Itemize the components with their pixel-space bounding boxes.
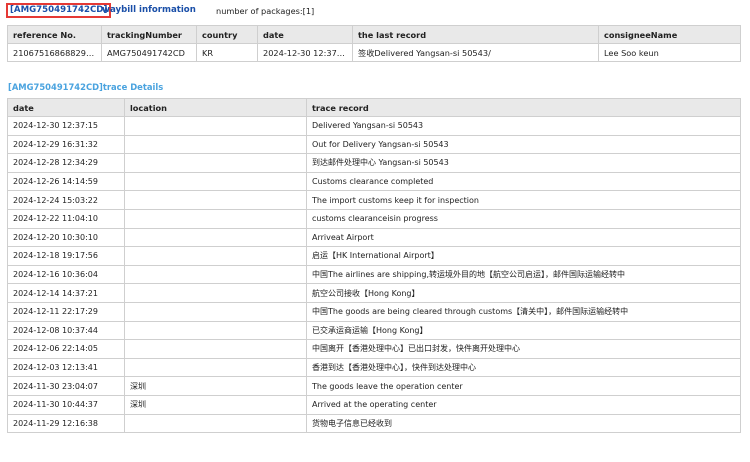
trace-record-cell: 已交承运商运输【Hong Kong】 [306,320,741,341]
column-header-consignee-name: consigneeName [598,25,741,44]
date-cell: 2024-12-30 12:37:... [257,43,353,62]
trace-location-cell [124,413,307,434]
trace-date-cell: 2024-12-06 22:14:05 [7,339,125,359]
trace-date-cell: 2024-12-18 19:17:56 [7,246,125,266]
table-row: 2024-12-26 14:14:59 Customs clearance com… [7,171,741,192]
trace-header-row: date location trace record [7,98,741,117]
table-row: 2024-12-22 11:04:10 customs clearanceisin… [7,208,741,229]
column-header-trace-record: trace record [306,98,741,117]
tracking-code-highlight: [AMG750491742CD] [6,3,112,18]
trace-location-cell [124,357,307,378]
trace-record-cell: Customs clearance completed [306,171,741,192]
trace-record-cell: customs clearanceisin progress [306,208,741,229]
trace-details-title: [AMG750491742CD]trace Details [8,82,164,92]
tracking-number-cell: AMG750491742CD [101,43,197,62]
trace-record-cell: 货物电子信息已经收到 [306,413,741,434]
country-cell: KR [196,43,258,62]
column-header-country: country [196,25,258,44]
trace-date-cell: 2024-12-28 12:34:29 [7,153,125,173]
trace-record-cell: 中国The goods are being cleared through cu… [306,301,741,322]
trace-date-cell: 2024-11-30 23:04:07 [7,376,125,396]
table-row: 2024-12-28 12:34:29 到达邮件处理中心 Yangsan-si 5… [7,153,741,173]
table-row: 2024-12-30 12:37:15 Delivered Yangsan-si … [7,116,741,136]
trace-location-cell [124,339,307,359]
trace-record-cell: Delivered Yangsan-si 50543 [306,116,741,136]
trace-date-cell: 2024-12-14 14:37:21 [7,283,125,303]
column-header-date: date [257,25,353,44]
table-row: 2024-12-14 14:37:21 航空公司接收【Hong Kong】 [7,283,741,303]
trace-date-cell: 2024-12-08 10:37:44 [7,320,125,341]
trace-date-cell: 2024-12-30 12:37:15 [7,116,125,136]
table-row: 2024-12-29 16:31:32 Out for Delivery Yang… [7,134,741,155]
trace-record-cell: The goods leave the operation center [306,376,741,396]
trace-location-cell [124,134,307,155]
column-header-reference-no: reference No. [7,25,102,44]
package-count: number of packages:[1] [216,6,315,16]
trace-date-cell: 2024-12-22 11:04:10 [7,208,125,229]
trace-location-cell [124,283,307,303]
table-row: 2024-12-08 10:37:44 已交承运商运输【Hong Kong】 [7,320,741,341]
waybill-row: 210675168688297... AMG750491742CD KR 202… [7,43,741,62]
trace-date-cell: 2024-11-30 10:44:37 [7,394,125,415]
trace-location-cell [124,301,307,322]
table-row: 2024-12-06 22:14:05 中国离开【香港处理中心】已出口封发，快件离… [7,339,741,359]
trace-date-cell: 2024-12-16 10:36:04 [7,264,125,285]
trace-location-cell [124,208,307,229]
table-row: 2024-11-30 23:04:07 深圳 The goods leave the… [7,376,741,396]
table-row: 2024-12-11 22:17:29 中国The goods are being… [7,301,741,322]
trace-record-cell: Out for Delivery Yangsan-si 50543 [306,134,741,155]
consignee-name-cell: Lee Soo keun [598,43,741,62]
trace-record-cell: 启运【HK International Airport】 [306,246,741,266]
column-header-date: date [7,98,125,117]
trace-location-cell [124,190,307,210]
column-header-location: location [124,98,307,117]
trace-record-cell: 航空公司接收【Hong Kong】 [306,283,741,303]
trace-date-cell: 2024-12-29 16:31:32 [7,134,125,155]
trace-record-cell: The import customs keep it for inspectio… [306,190,741,210]
reference-no-cell: 210675168688297... [7,43,102,62]
trace-record-cell: Arrived at the operating center [306,394,741,415]
table-row: 2024-11-29 12:16:38 货物电子信息已经收到 [7,413,741,434]
trace-location-cell [124,264,307,285]
trace-location-cell: 深圳 [124,376,307,396]
trace-rows: 2024-12-30 12:37:15 Delivered Yangsan-si … [7,116,741,434]
trace-location-cell [124,116,307,136]
waybill-header: [AMG750491742CD] waybill information num… [4,2,744,20]
table-row: 2024-12-20 10:30:10 Arriveat Airport [7,227,741,248]
table-row: 2024-12-16 10:36:04 中国The airlines are sh… [7,264,741,285]
table-row: 2024-12-18 19:17:56 启运【HK International A… [7,246,741,266]
column-header-last-record: the last record [352,25,599,44]
trace-date-cell: 2024-11-29 12:16:38 [7,413,125,434]
trace-date-cell: 2024-12-20 10:30:10 [7,227,125,248]
trace-record-cell: 香港到达【香港处理中心】，快件到达处理中心 [306,357,741,378]
trace-record-cell: 到达邮件处理中心 Yangsan-si 50543 [306,153,741,173]
table-row: 2024-12-03 12:13:41 香港到达【香港处理中心】，快件到达处理中心 [7,357,741,378]
trace-date-cell: 2024-12-26 14:14:59 [7,171,125,192]
trace-location-cell [124,153,307,173]
trace-details-table: date location trace record 2024-12-30 12… [7,98,741,434]
last-record-cell: 签收Delivered Yangsan-si 50543/ [352,43,599,62]
trace-date-cell: 2024-12-24 15:03:22 [7,190,125,210]
column-header-tracking-number: trackingNumber [101,25,197,44]
table-row: 2024-11-30 10:44:37 深圳 Arrived at the oper… [7,394,741,415]
table-row: 2024-12-24 15:03:22 The import customs ke… [7,190,741,210]
trace-date-cell: 2024-12-03 12:13:41 [7,357,125,378]
trace-location-cell [124,246,307,266]
trace-location-cell [124,227,307,248]
trace-location-cell [124,171,307,192]
waybill-header-row: reference No. trackingNumber country dat… [7,25,741,44]
trace-record-cell: Arriveat Airport [306,227,741,248]
trace-date-cell: 2024-12-11 22:17:29 [7,301,125,322]
trace-record-cell: 中国The airlines are shipping,转运境外目的地【航空公司… [306,264,741,285]
waybill-table: reference No. trackingNumber country dat… [7,25,741,62]
waybill-information-title: waybill information [102,5,196,15]
trace-location-cell: 深圳 [124,394,307,415]
trace-location-cell [124,320,307,341]
trace-record-cell: 中国离开【香港处理中心】已出口封发，快件离开处理中心 [306,339,741,359]
